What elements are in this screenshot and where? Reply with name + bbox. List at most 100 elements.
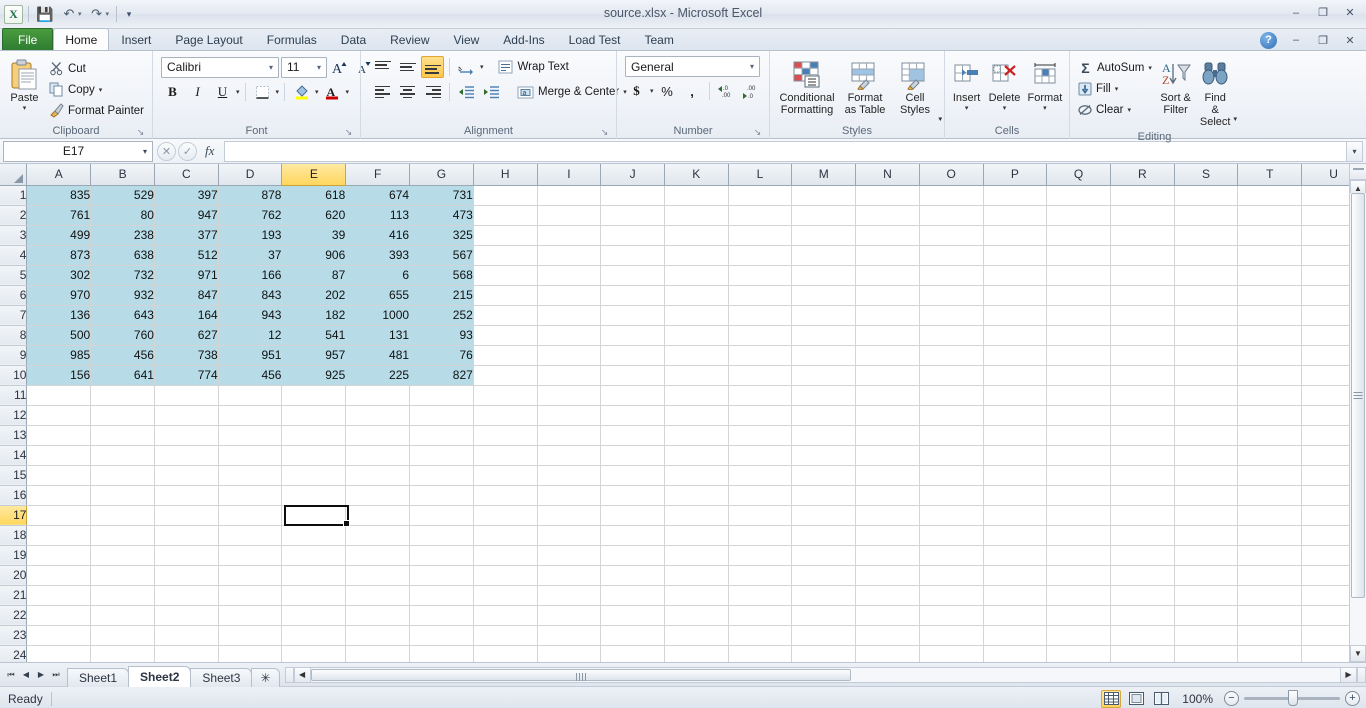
prev-sheet-icon[interactable]: ◀ [19, 667, 33, 683]
zoom-slider-thumb[interactable] [1288, 690, 1298, 706]
cell-G15[interactable] [409, 465, 474, 486]
cell-I19[interactable] [537, 545, 602, 566]
cell-N1[interactable] [855, 185, 920, 206]
cell-C15[interactable] [154, 465, 219, 486]
cell-A16[interactable] [26, 485, 92, 506]
cell-C22[interactable] [154, 605, 219, 626]
cell-P7[interactable] [983, 305, 1048, 326]
zoom-out-button[interactable]: − [1224, 691, 1239, 706]
workbook-minimize-icon[interactable]: – [1283, 31, 1309, 50]
cell-S2[interactable] [1174, 205, 1239, 226]
cell-B4[interactable]: 638 [90, 245, 155, 266]
cell-Q15[interactable] [1046, 465, 1111, 486]
clipboard-dialog-launcher[interactable]: ↘ [135, 127, 146, 138]
chevron-down-icon[interactable]: ▾ [314, 63, 324, 72]
vertical-scrollbar[interactable]: ▲ ▼ [1349, 164, 1366, 662]
cell-N21[interactable] [855, 585, 920, 606]
cell-K12[interactable] [664, 405, 729, 426]
cell-H17[interactable] [473, 505, 538, 526]
cell-F21[interactable] [345, 585, 411, 606]
cell-M10[interactable] [791, 365, 857, 386]
cell-T7[interactable] [1237, 305, 1303, 326]
cell-L23[interactable] [728, 625, 793, 646]
cell-R22[interactable] [1110, 605, 1175, 626]
cell-D1[interactable]: 878 [218, 185, 283, 206]
cell-F15[interactable] [345, 465, 411, 486]
cell-A11[interactable] [26, 385, 92, 406]
cell-A22[interactable] [26, 605, 92, 626]
cell-O19[interactable] [919, 545, 984, 566]
font-size-combo[interactable]: 11 ▾ [281, 56, 327, 78]
cell-L16[interactable] [728, 485, 793, 506]
cell-P14[interactable] [983, 445, 1048, 466]
column-header-b[interactable]: B [90, 164, 155, 186]
cell-D16[interactable] [218, 485, 283, 506]
row-header-11[interactable]: 11 [0, 385, 28, 406]
cell-K1[interactable] [664, 185, 729, 206]
cell-K5[interactable] [664, 265, 729, 286]
cell-H6[interactable] [473, 285, 538, 306]
cell-O15[interactable] [919, 465, 984, 486]
cell-T22[interactable] [1237, 605, 1303, 626]
column-header-r[interactable]: R [1110, 164, 1175, 186]
cell-N4[interactable] [855, 245, 920, 266]
cell-J17[interactable] [600, 505, 665, 526]
cell-G9[interactable]: 76 [409, 345, 474, 366]
cell-J19[interactable] [600, 545, 665, 566]
row-header-12[interactable]: 12 [0, 405, 28, 426]
vertical-scroll-track[interactable] [1350, 193, 1366, 645]
cell-K23[interactable] [664, 625, 729, 646]
cell-H24[interactable] [473, 645, 538, 662]
cell-C23[interactable] [154, 625, 219, 646]
cell-Q21[interactable] [1046, 585, 1111, 606]
cell-I20[interactable] [537, 565, 602, 586]
increase-font-size-button[interactable]: A [329, 56, 352, 78]
cell-E20[interactable] [281, 565, 347, 586]
cell-S18[interactable] [1174, 525, 1239, 546]
cell-M12[interactable] [791, 405, 857, 426]
cell-B15[interactable] [90, 465, 155, 486]
cell-K7[interactable] [664, 305, 729, 326]
chevron-down-icon[interactable]: ▾ [747, 62, 757, 71]
row-header-10[interactable]: 10 [0, 365, 28, 386]
cell-N8[interactable] [855, 325, 920, 346]
cell-F16[interactable] [345, 485, 411, 506]
cell-B22[interactable] [90, 605, 155, 626]
cell-I2[interactable] [537, 205, 602, 226]
cell-S17[interactable] [1174, 505, 1239, 526]
cell-J8[interactable] [600, 325, 665, 346]
cell-R2[interactable] [1110, 205, 1175, 226]
cell-O3[interactable] [919, 225, 984, 246]
cell-Q23[interactable] [1046, 625, 1111, 646]
cell-T13[interactable] [1237, 425, 1303, 446]
cell-P15[interactable] [983, 465, 1048, 486]
cell-D10[interactable]: 456 [218, 365, 283, 386]
cell-P17[interactable] [983, 505, 1048, 526]
cell-E12[interactable] [281, 405, 347, 426]
cell-N11[interactable] [855, 385, 920, 406]
cell-S3[interactable] [1174, 225, 1239, 246]
cell-K24[interactable] [664, 645, 729, 662]
cell-F12[interactable] [345, 405, 411, 426]
cell-K2[interactable] [664, 205, 729, 226]
cell-styles-button[interactable]: Cell Styles ▾ [892, 56, 942, 123]
cell-J10[interactable] [600, 365, 665, 386]
font-color-button[interactable]: A [321, 81, 344, 103]
cell-H20[interactable] [473, 565, 538, 586]
cell-N23[interactable] [855, 625, 920, 646]
align-bottom-button[interactable] [421, 56, 444, 78]
row-header-13[interactable]: 13 [0, 425, 28, 446]
cell-Q13[interactable] [1046, 425, 1111, 446]
cell-A13[interactable] [26, 425, 92, 446]
paste-button[interactable]: Paste ▾ [4, 56, 45, 114]
accounting-format-button[interactable]: $ [625, 80, 648, 102]
cell-T9[interactable] [1237, 345, 1303, 366]
cell-I3[interactable] [537, 225, 602, 246]
format-as-table-button[interactable]: Format as Table ▾ [838, 56, 942, 123]
cell-T6[interactable] [1237, 285, 1303, 306]
cell-S16[interactable] [1174, 485, 1239, 506]
cell-R13[interactable] [1110, 425, 1175, 446]
cell-T1[interactable] [1237, 185, 1303, 206]
cell-E14[interactable] [281, 445, 347, 466]
cell-A7[interactable]: 136 [26, 305, 92, 326]
